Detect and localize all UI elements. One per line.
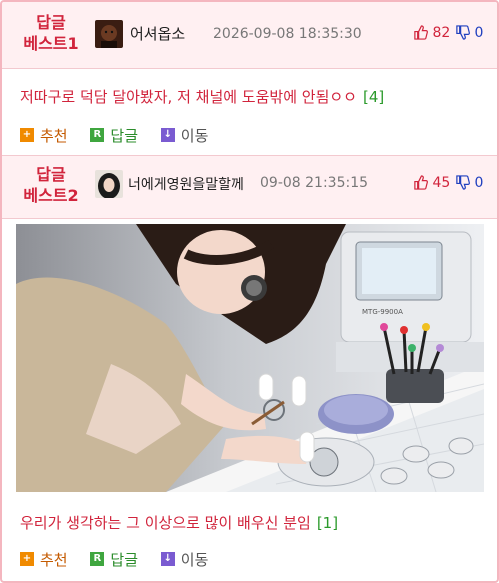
best-label: 답글: [36, 165, 66, 184]
move-label: 이동: [180, 126, 209, 145]
post-header-2: 답글 베스트2 너에게영원을말할께 09-08 21:35:15 45 0: [2, 155, 497, 219]
thumbs-down-icon: [456, 25, 470, 40]
thumbs-up-icon: [414, 175, 428, 190]
upvote-button[interactable]: 45: [413, 175, 450, 191]
post-date: 09-08 21:35:15: [260, 175, 369, 191]
best-rank: 베스트2: [23, 186, 79, 205]
comment-actions-2: + 추천 R 답글 ↓ 이동: [20, 547, 226, 570]
recommend-button[interactable]: + 추천: [20, 549, 68, 570]
downvote-count: 0: [474, 175, 484, 191]
upvote-button[interactable]: 82: [413, 25, 450, 41]
comment-actions-1: + 추천 R 답글 ↓ 이동: [20, 123, 226, 146]
thumbs-down-icon: [456, 175, 470, 190]
reply-count[interactable]: [4]: [363, 88, 384, 106]
downvote-button[interactable]: 0: [455, 175, 483, 191]
upvote-count: 82: [432, 25, 451, 41]
move-button[interactable]: ↓ 이동: [160, 125, 209, 146]
comment-list: 답글 베스트1 어셔옵소 2026-09-08 18:35:30 82 0 저따…: [0, 0, 499, 583]
post-date: 2026-09-08 18:35:30: [213, 26, 362, 42]
best-label: 답글: [36, 13, 66, 32]
avatar[interactable]: [95, 20, 123, 48]
comment-text: 우리가 생각하는 그 이상으로 많이 배우신 분임: [20, 514, 311, 532]
downvote-button[interactable]: 0: [455, 25, 483, 41]
best-rank: 베스트1: [23, 34, 79, 53]
reply-label: 답글: [110, 550, 138, 569]
attached-photo[interactable]: MTG-9900A: [16, 224, 484, 492]
comment-text-2[interactable]: 우리가 생각하는 그 이상으로 많이 배우신 분임 [1]: [20, 512, 338, 533]
downvote-count: 0: [474, 25, 484, 41]
recommend-label: 추천: [40, 550, 68, 569]
reply-button[interactable]: R 답글: [90, 125, 138, 146]
plus-icon: +: [20, 552, 34, 566]
recommend-label: 추천: [40, 126, 68, 145]
reply-icon: R: [90, 552, 105, 566]
move-button[interactable]: ↓ 이동: [160, 549, 209, 570]
best-badge-1: 답글 베스트1: [16, 12, 86, 54]
post-header-1: 답글 베스트1 어셔옵소 2026-09-08 18:35:30 82 0: [2, 2, 497, 69]
best-badge-2: 답글 베스트2: [16, 164, 86, 206]
reply-label: 답글: [110, 126, 138, 145]
recommend-button[interactable]: + 추천: [20, 125, 68, 146]
reply-icon: R: [90, 128, 105, 142]
arrow-down-icon: ↓: [160, 128, 175, 142]
machine-label: MTG-9900A: [362, 308, 403, 316]
move-label: 이동: [180, 550, 209, 569]
arrow-down-icon: ↓: [160, 552, 175, 566]
upvote-count: 45: [432, 175, 451, 191]
comment-text-1[interactable]: 저따구로 덕담 달아봤자, 저 채널에 도움밖에 안됨ㅇㅇ [4]: [20, 86, 384, 107]
reply-button[interactable]: R 답글: [90, 549, 138, 570]
comment-text: 저따구로 덕담 달아봤자, 저 채널에 도움밖에 안됨ㅇㅇ: [20, 88, 357, 106]
avatar[interactable]: [95, 170, 123, 198]
plus-icon: +: [20, 128, 34, 142]
thumbs-up-icon: [414, 25, 428, 40]
reply-count[interactable]: [1]: [317, 514, 338, 532]
nickname[interactable]: 너에게영원을말할께: [128, 174, 244, 194]
nickname[interactable]: 어셔옵소: [130, 23, 185, 44]
